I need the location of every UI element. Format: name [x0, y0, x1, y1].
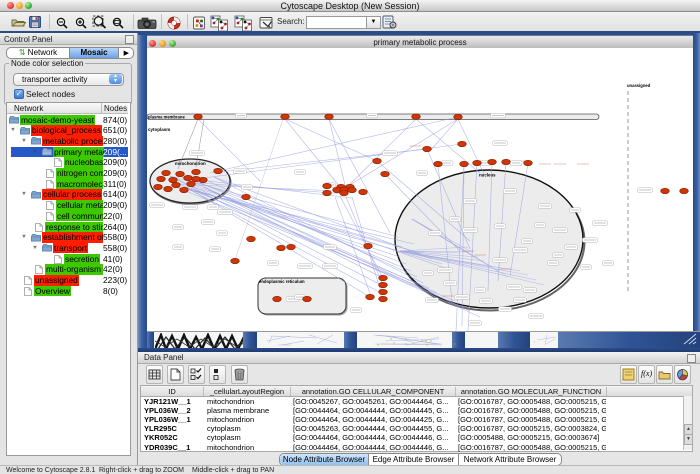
svg-text:cytoplasm: cytoplasm [148, 127, 170, 132]
svg-text:endoplasmic reticulum: endoplasmic reticulum [259, 279, 305, 284]
svg-text:nucleus: nucleus [479, 173, 496, 178]
svg-text:plasma membrane: plasma membrane [148, 115, 185, 120]
svg-text:unassigned: unassigned [627, 83, 651, 88]
